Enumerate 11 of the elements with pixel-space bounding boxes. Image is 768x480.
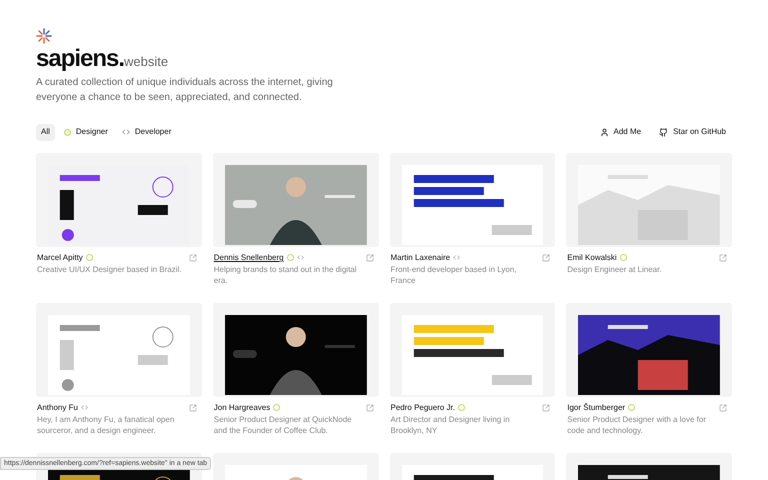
person-description: Helping brands to stand out in the digital era. (214, 264, 358, 286)
person-description: Front-end developer based in Lyon, France (390, 264, 518, 286)
brand-suffix: website (124, 53, 168, 71)
brand-name: sapiens. (36, 45, 124, 73)
person-description: Design Engineer at Linear. (567, 264, 663, 275)
person-description: Senior Product Designer at QuickNode and the Founder of Coffee Club. (214, 414, 353, 436)
person-description: Art Director and Designer living in Brooklyn, NY (390, 414, 511, 436)
person-description: Senior Product Designer with a love for code and technology. (567, 414, 707, 436)
tagline: A curated collection of unique individuals across the internet, giving everyone a chance to be seen, appreciated, and connected. (36, 76, 334, 105)
person-description: Hey, I am Anthony Fu, a fanatical open sourceror, and a design engineer. (37, 414, 176, 436)
person-description: Creative UI/UX Designer based in Brazil. (37, 264, 183, 275)
